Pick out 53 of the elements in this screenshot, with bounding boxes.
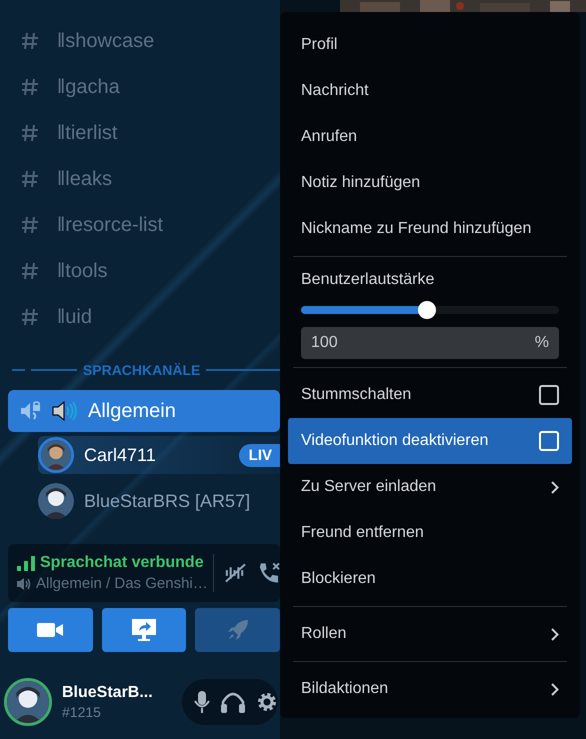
disconnect-call-icon[interactable] xyxy=(257,561,280,585)
menu-item[interactable]: Bildaktionen xyxy=(288,666,572,712)
video-camera-icon xyxy=(37,622,64,638)
speaker-icon xyxy=(52,400,78,422)
hash-icon xyxy=(21,170,39,188)
screen-share-button[interactable] xyxy=(102,608,186,652)
hash-icon xyxy=(21,78,39,96)
menu-item[interactable]: Rollen xyxy=(288,611,572,657)
volume-slider[interactable] xyxy=(301,301,559,319)
speaker-lock-icon xyxy=(20,401,42,421)
menu-item[interactable]: Zu Server einladen xyxy=(288,464,572,510)
voice-channel[interactable]: Allgemein xyxy=(8,390,280,432)
slider-thumb[interactable] xyxy=(418,301,436,319)
settings-icon[interactable] xyxy=(256,691,278,713)
avatar xyxy=(38,483,74,519)
avatar xyxy=(38,437,74,473)
menu-item[interactable]: Profil xyxy=(288,22,572,68)
chevron-right-icon xyxy=(551,682,559,696)
menu-item[interactable]: Stummschalten xyxy=(288,372,572,418)
headphones-icon[interactable] xyxy=(220,690,246,714)
menu-item[interactable]: Freund entfernen xyxy=(288,510,572,556)
menu-item[interactable]: Nickname zu Freund hinzufügen xyxy=(288,206,572,252)
menu-item[interactable]: Videofunktion deaktivieren xyxy=(288,418,572,464)
screen-share-icon xyxy=(131,618,157,642)
connection-channel[interactable]: Allgemein / Das Genshi… xyxy=(36,575,208,592)
hash-icon xyxy=(21,124,39,142)
hash-icon xyxy=(21,32,39,50)
menu-item[interactable]: Nachricht xyxy=(288,68,572,114)
noise-suppression-icon[interactable] xyxy=(224,562,248,584)
username: BlueStarB... xyxy=(62,684,154,702)
voice-user[interactable]: Carl4711 LIV xyxy=(38,436,280,474)
slider-label: Benutzerlautstärke xyxy=(301,271,436,289)
user-tag: #1215 xyxy=(62,704,172,720)
signal-icon xyxy=(16,555,36,571)
menu-item[interactable]: Notiz hinzufügen xyxy=(288,160,572,206)
menu-item[interactable]: Blockieren xyxy=(288,556,572,602)
connection-status: Sprachchat verbunde xyxy=(40,554,204,572)
hash-icon xyxy=(21,262,39,280)
chevron-right-icon xyxy=(551,628,559,640)
percent-label: % xyxy=(534,334,549,352)
hash-icon xyxy=(21,216,39,234)
hash-icon xyxy=(21,308,39,326)
camera-button[interactable] xyxy=(8,608,93,652)
live-badge: LIV xyxy=(238,444,280,466)
speaker-icon xyxy=(16,576,32,590)
voice-user[interactable]: BlueStarBRS [AR57] xyxy=(38,482,280,520)
rocket-icon xyxy=(226,618,250,642)
section-header: SPRACHKANÄLE xyxy=(82,362,200,378)
checkbox[interactable] xyxy=(539,385,559,405)
menu-item[interactable]: Anrufen xyxy=(288,114,572,160)
microphone-icon[interactable] xyxy=(194,690,210,714)
user-avatar[interactable] xyxy=(4,678,52,726)
chevron-right-icon xyxy=(551,480,559,494)
